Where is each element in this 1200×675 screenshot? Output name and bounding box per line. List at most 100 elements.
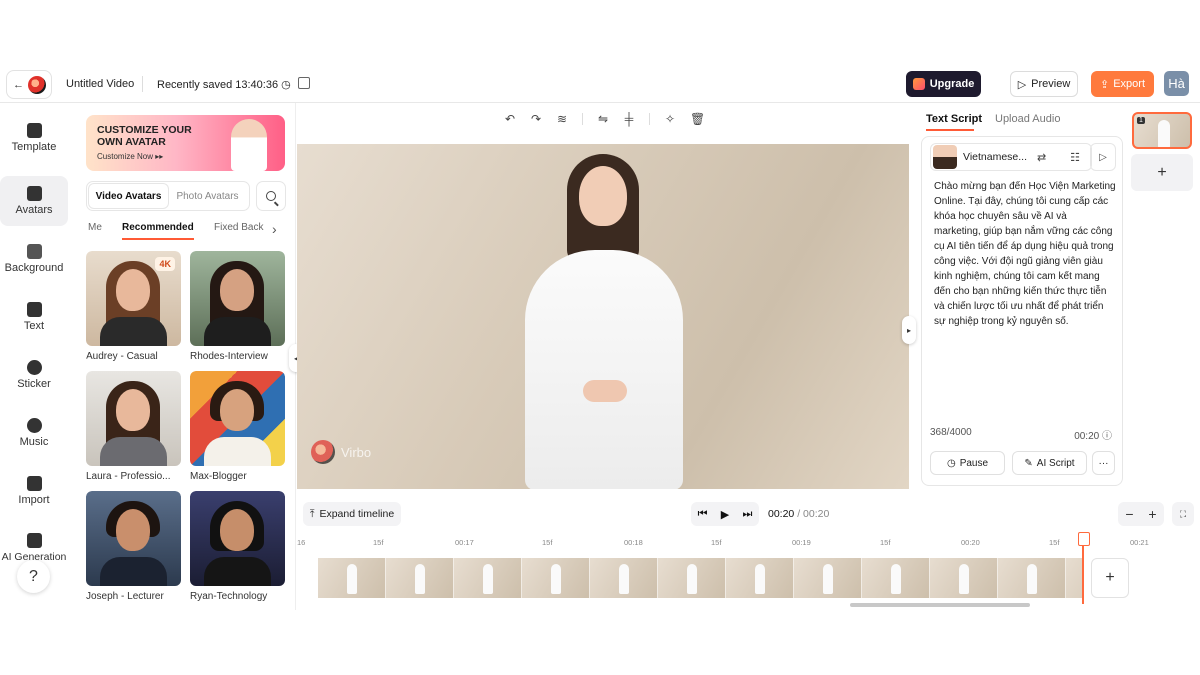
avatar-card-rhodes[interactable]: Rhodes-Interview xyxy=(190,251,285,362)
avatar-card-audrey[interactable]: 4K Audrey - Casual xyxy=(86,251,181,362)
scene-thumbnail[interactable]: 1 xyxy=(1132,112,1192,149)
flip-horizontal-icon[interactable]: ⇋ xyxy=(597,113,609,125)
track-frame xyxy=(386,558,454,598)
voice-settings-icon[interactable]: ☷ xyxy=(1062,144,1088,170)
export-icon: ⇪ xyxy=(1099,78,1110,91)
track-frame xyxy=(794,558,862,598)
playhead[interactable] xyxy=(1078,532,1090,604)
chevron-right-icon[interactable]: › xyxy=(272,221,277,237)
voice-avatar xyxy=(933,145,957,169)
zoom-in-icon[interactable]: + xyxy=(1148,506,1156,522)
avatar-card-joseph[interactable]: Joseph - Lecturer xyxy=(86,491,181,602)
rail-item-template[interactable]: Template xyxy=(0,113,68,163)
redo-icon[interactable]: ↷ xyxy=(530,113,542,125)
avatar-name: Laura - Professio... xyxy=(86,471,171,482)
avatar-panel: CUSTOMIZE YOUR OWN AVATAR Customize Now … xyxy=(70,103,296,610)
play-icon: ▷ xyxy=(1017,78,1027,91)
ruler-tick: 00:21 xyxy=(1130,538,1149,547)
zoom-out-icon[interactable]: − xyxy=(1125,506,1133,522)
banner-cta: Customize Now ▸▸ xyxy=(97,152,164,161)
active-tab-underline xyxy=(926,129,974,131)
track-frame xyxy=(726,558,794,598)
avatar-card-max[interactable]: Max-Blogger xyxy=(190,371,285,482)
expand-timeline-button[interactable]: ⤒ Expand timeline xyxy=(303,502,401,526)
undo-icon[interactable]: ↶ xyxy=(504,113,516,125)
help-button[interactable]: ? xyxy=(17,560,50,593)
avatar-card-ryan[interactable]: Ryan-Technology xyxy=(190,491,285,602)
avatar-thumbnail: 4K xyxy=(86,251,181,346)
script-editor: Vietnamese... ⇄ ☷ ▷ Chào mừng bạn đến Họ… xyxy=(921,136,1123,486)
tab-upload-audio[interactable]: Upload Audio xyxy=(995,113,1060,125)
customize-avatar-banner[interactable]: CUSTOMIZE YOUR OWN AVATAR Customize Now … xyxy=(86,115,285,171)
upgrade-button[interactable]: Upgrade xyxy=(906,71,981,97)
video-track[interactable] xyxy=(318,558,1082,598)
rail-item-music[interactable]: Music xyxy=(0,408,68,458)
filter-fixed-background[interactable]: Fixed Back xyxy=(214,222,266,233)
track-frame xyxy=(318,558,386,598)
rail-item-avatars[interactable]: Avatars xyxy=(0,176,68,226)
back-button[interactable]: ← xyxy=(6,70,52,99)
upgrade-label: Upgrade xyxy=(929,78,975,90)
help-icon[interactable]: ⓘ xyxy=(1102,431,1112,442)
timeline-scrollbar[interactable] xyxy=(850,603,1030,607)
rail-item-import[interactable]: Import xyxy=(0,466,68,516)
rail-item-label: Music xyxy=(19,436,49,448)
script-duration: 00:20 ⓘ xyxy=(1074,431,1112,442)
filter-me[interactable]: Me xyxy=(88,222,102,233)
add-clip-button[interactable]: + xyxy=(1091,558,1129,598)
layers-icon[interactable]: ≋ xyxy=(556,113,568,125)
timeline-ruler[interactable]: 16 15f 00:17 15f 00:18 15f 00:19 15f 00:… xyxy=(297,534,1200,552)
project-title[interactable]: Untitled Video xyxy=(66,78,134,90)
timeline-controls: ⤒ Expand timeline ⏮ ▶ ⏭ 00:20 / 00:20 − … xyxy=(297,498,1200,528)
tab-photo-avatars[interactable]: Photo Avatars xyxy=(168,184,247,208)
more-options-button[interactable]: ··· xyxy=(1092,451,1115,475)
track-frame xyxy=(862,558,930,598)
swap-icon[interactable]: ⇄ xyxy=(1037,151,1046,164)
save-icon[interactable] xyxy=(298,77,310,89)
canvas-toolbar: ↶ ↷ ≋ ⇋ ╪ ✧ 🗑 xyxy=(297,103,909,134)
add-scene-button[interactable]: + xyxy=(1131,154,1193,191)
sticker-icon xyxy=(26,360,42,375)
search-icon xyxy=(266,191,276,201)
chevron-right-icon: ▸ xyxy=(906,325,911,335)
rail-item-text[interactable]: Text xyxy=(0,292,68,342)
divider xyxy=(142,76,143,92)
zoom-controls: − + xyxy=(1118,502,1164,526)
skip-forward-icon[interactable]: ⏭ xyxy=(742,508,752,521)
tab-text-script[interactable]: Text Script xyxy=(926,113,982,125)
avatar-body xyxy=(204,557,271,586)
search-button[interactable] xyxy=(256,181,286,211)
ai-generation-icon xyxy=(26,533,42,548)
export-button[interactable]: ⇪ Export xyxy=(1091,71,1154,97)
presenter-hands xyxy=(583,380,627,402)
rail-item-sticker[interactable]: Sticker xyxy=(0,350,68,400)
avatar-thumbnail xyxy=(190,251,285,346)
skip-back-icon[interactable]: ⏮ xyxy=(698,508,708,521)
delete-icon[interactable]: 🗑 xyxy=(690,113,705,125)
import-icon xyxy=(26,476,42,491)
preview-button[interactable]: ▷ Preview xyxy=(1010,71,1078,97)
align-icon[interactable]: ╪ xyxy=(623,113,635,125)
ruler-tick: 15f xyxy=(711,538,722,547)
rail-item-background[interactable]: Background xyxy=(0,234,68,284)
pause-label: Pause xyxy=(959,457,989,469)
ruler-tick: 00:20 xyxy=(961,538,980,547)
play-voice-button[interactable]: ▷ xyxy=(1090,143,1116,171)
tab-video-avatars[interactable]: Video Avatars xyxy=(89,184,168,208)
play-icon[interactable]: ▶ xyxy=(721,508,729,521)
fit-to-screen-button[interactable]: ⛶ xyxy=(1172,502,1194,526)
avatar-card-laura[interactable]: Laura - Professio... xyxy=(86,371,181,482)
template-icon xyxy=(26,123,42,138)
script-text[interactable]: Chào mừng bạn đến Học Viện Marketing Onl… xyxy=(934,179,1116,329)
avatar-body xyxy=(204,437,271,466)
effects-icon[interactable]: ✧ xyxy=(664,113,676,125)
video-canvas[interactable]: Virbo xyxy=(297,144,909,489)
filter-recommended[interactable]: Recommended xyxy=(122,222,194,233)
user-avatar[interactable]: Hà xyxy=(1164,71,1189,96)
ai-script-button[interactable]: ✎ AI Script xyxy=(1012,451,1087,475)
pause-button[interactable]: ◷ Pause xyxy=(930,451,1005,475)
track-frame xyxy=(930,558,998,598)
scene-preview-figure xyxy=(1158,120,1170,147)
divider xyxy=(582,112,583,125)
collapse-script-button[interactable]: ▸ xyxy=(902,316,916,344)
